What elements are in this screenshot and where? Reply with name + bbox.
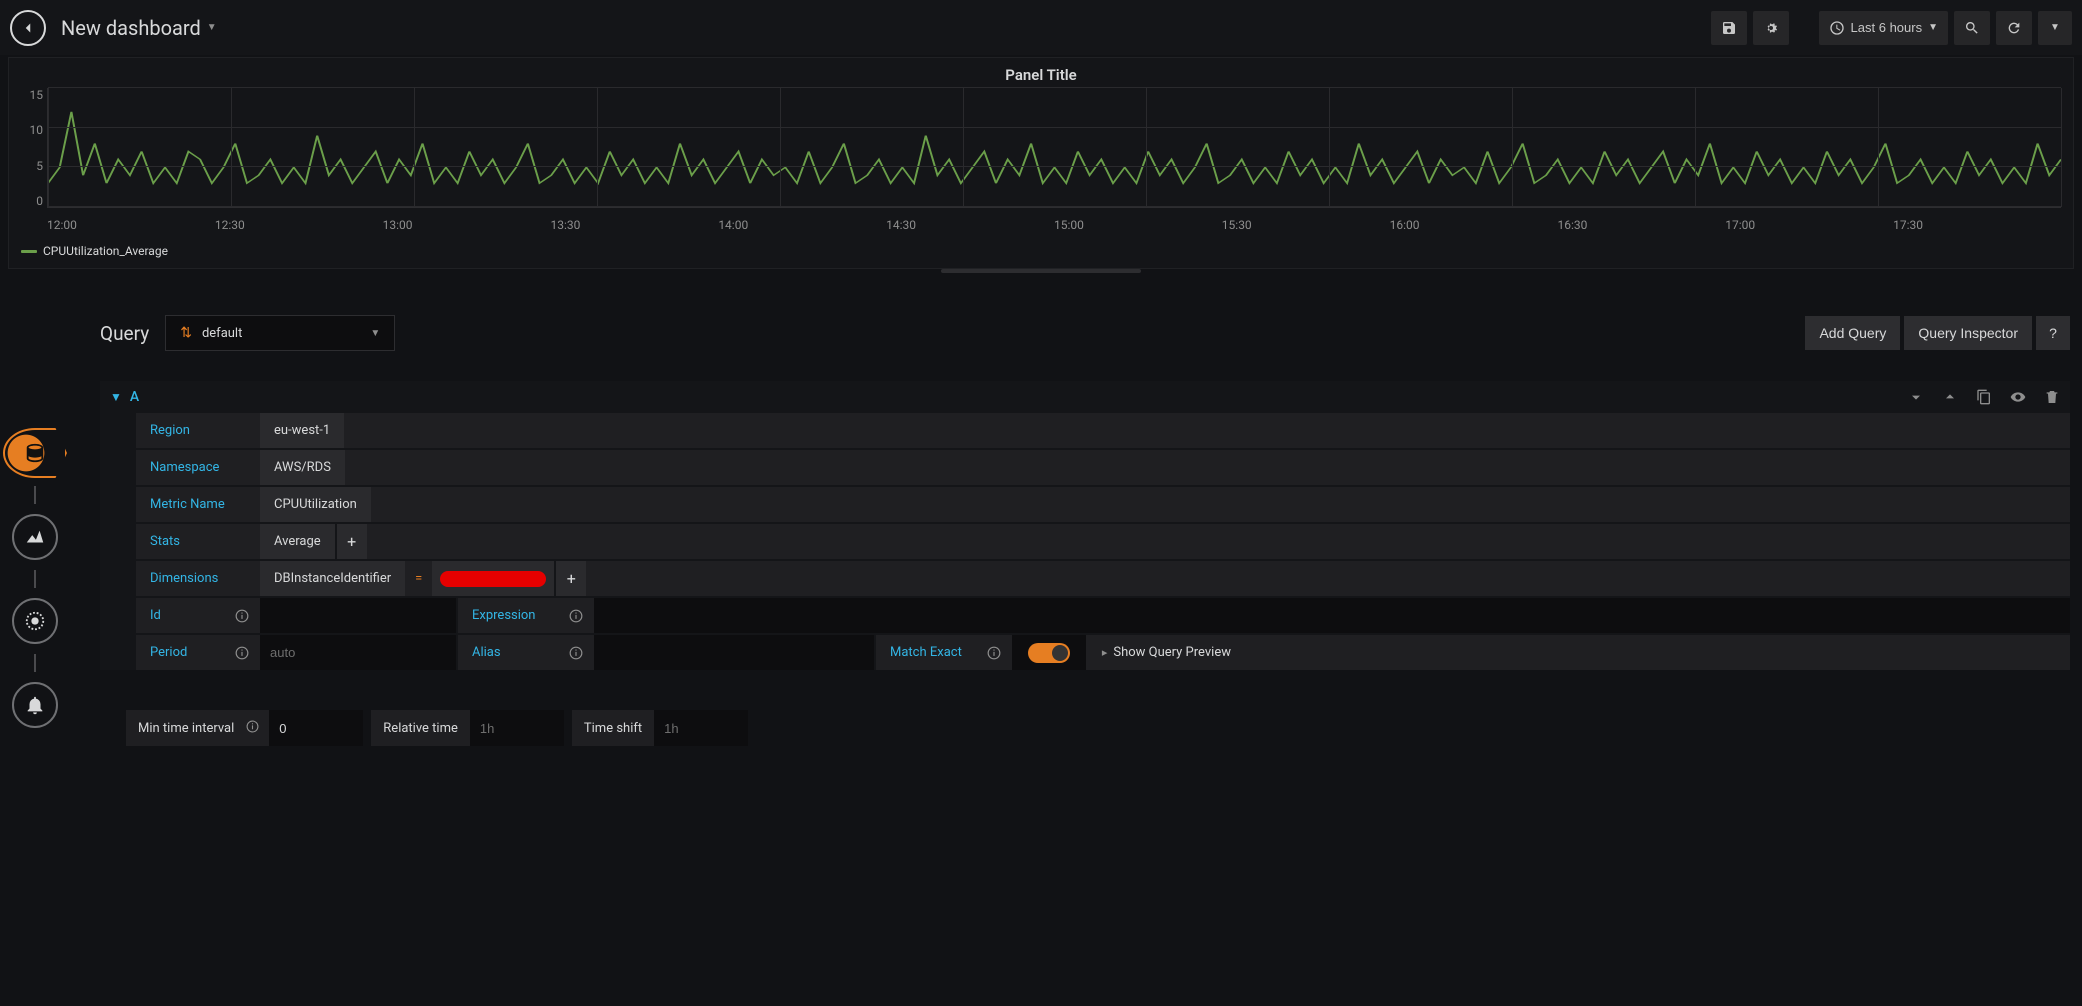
chart-legend: CPUUtilization_Average <box>9 238 2073 268</box>
side-nav <box>0 430 70 728</box>
move-down-icon[interactable] <box>1908 389 1924 405</box>
legend-label: CPUUtilization_Average <box>43 244 168 258</box>
add-dimension-button[interactable]: + <box>556 561 586 596</box>
datasource-select[interactable]: ⇅ default ▼ <box>165 315 395 351</box>
save-button[interactable] <box>1711 11 1747 45</box>
match-exact-toggle[interactable] <box>1028 643 1070 663</box>
dimension-equals: = <box>405 561 432 596</box>
tab-alert[interactable] <box>12 682 58 728</box>
info-icon[interactable] <box>558 635 594 670</box>
collapse-icon[interactable]: ▼ <box>110 390 122 404</box>
time-options-row: Min time interval Relative time Time shi… <box>126 710 2070 746</box>
tab-queries[interactable] <box>12 430 58 476</box>
relative-time-input[interactable] <box>470 710 564 746</box>
label-stats: Stats <box>136 524 260 559</box>
alias-input[interactable] <box>594 635 874 670</box>
expression-input[interactable] <box>594 598 2070 633</box>
chart: 151050 12:0012:3013:0013:3014:0014:3015:… <box>9 88 2073 238</box>
info-icon[interactable] <box>246 720 269 737</box>
info-icon[interactable] <box>224 598 260 633</box>
query-section-title: Query <box>100 322 149 345</box>
resize-handle[interactable] <box>0 269 2082 275</box>
label-min-interval: Min time interval <box>126 721 246 736</box>
add-stat-button[interactable]: + <box>337 524 367 559</box>
zoom-out-button[interactable] <box>1954 11 1990 45</box>
info-icon[interactable] <box>224 635 260 670</box>
time-shift-input[interactable] <box>654 710 748 746</box>
value-region[interactable]: eu-west-1 <box>260 413 344 448</box>
query-help-button[interactable]: ? <box>2036 316 2070 350</box>
query-letter: A <box>130 389 139 405</box>
add-query-button[interactable]: Add Query <box>1805 316 1900 350</box>
trash-icon[interactable] <box>2044 389 2060 405</box>
panel-title: Panel Title <box>9 58 2073 88</box>
period-input[interactable] <box>260 635 456 670</box>
label-region: Region <box>136 413 260 448</box>
refresh-button[interactable] <box>1996 11 2032 45</box>
refresh-interval-button[interactable]: ▼ <box>2038 11 2072 45</box>
settings-button[interactable] <box>1753 11 1789 45</box>
timerange-picker[interactable]: Last 6 hours ▼ <box>1819 11 1948 45</box>
datasource-label: default <box>202 326 360 341</box>
eye-icon[interactable] <box>2010 389 2026 405</box>
info-icon[interactable] <box>976 635 1012 670</box>
label-match-exact: Match Exact <box>876 635 976 670</box>
back-button[interactable] <box>10 10 46 46</box>
label-dimensions: Dimensions <box>136 561 260 596</box>
dashboard-title-text: New dashboard <box>61 16 201 40</box>
clock-icon <box>1829 20 1845 36</box>
tab-visualization[interactable] <box>12 514 58 560</box>
label-relative-time: Relative time <box>371 721 470 736</box>
duplicate-icon[interactable] <box>1976 389 1992 405</box>
panel: Panel Title 151050 12:0012:3013:0013:301… <box>8 57 2074 269</box>
dashboard-title[interactable]: New dashboard ▼ <box>61 16 217 40</box>
chevron-down-icon: ▼ <box>370 328 380 339</box>
timerange-text: Last 6 hours <box>1851 20 1923 35</box>
query-inspector-button[interactable]: Query Inspector <box>1904 316 2032 350</box>
tab-general[interactable] <box>12 598 58 644</box>
chevron-down-icon: ▼ <box>207 22 217 33</box>
value-stats[interactable]: Average <box>260 524 335 559</box>
query-row-a: ▼ A Region eu-west-1 Namespace AWS/RDS <box>100 381 2070 670</box>
label-expression: Expression <box>458 598 558 633</box>
dimension-key[interactable]: DBInstanceIdentifier <box>260 561 405 596</box>
datasource-icon: ⇅ <box>180 325 192 341</box>
label-time-shift: Time shift <box>572 721 654 736</box>
query-editor: Query ⇅ default ▼ Add Query Query Inspec… <box>100 315 2070 746</box>
move-up-icon[interactable] <box>1942 389 1958 405</box>
label-alias: Alias <box>458 635 558 670</box>
value-metric[interactable]: CPUUtilization <box>260 487 371 522</box>
id-input[interactable] <box>260 598 456 633</box>
chevron-down-icon: ▼ <box>2050 22 2060 33</box>
label-period: Period <box>136 635 224 670</box>
min-interval-input[interactable] <box>269 710 363 746</box>
show-query-preview[interactable]: Show Query Preview <box>1086 635 1247 670</box>
label-namespace: Namespace <box>136 450 260 485</box>
dimension-value[interactable] <box>432 561 554 596</box>
label-id: Id <box>136 598 224 633</box>
value-namespace[interactable]: AWS/RDS <box>260 450 345 485</box>
info-icon[interactable] <box>558 598 594 633</box>
legend-swatch <box>21 250 37 253</box>
chevron-down-icon: ▼ <box>1928 22 1938 33</box>
topbar: New dashboard ▼ Last 6 hours ▼ ▼ <box>0 0 2082 55</box>
label-metric: Metric Name <box>136 487 260 522</box>
